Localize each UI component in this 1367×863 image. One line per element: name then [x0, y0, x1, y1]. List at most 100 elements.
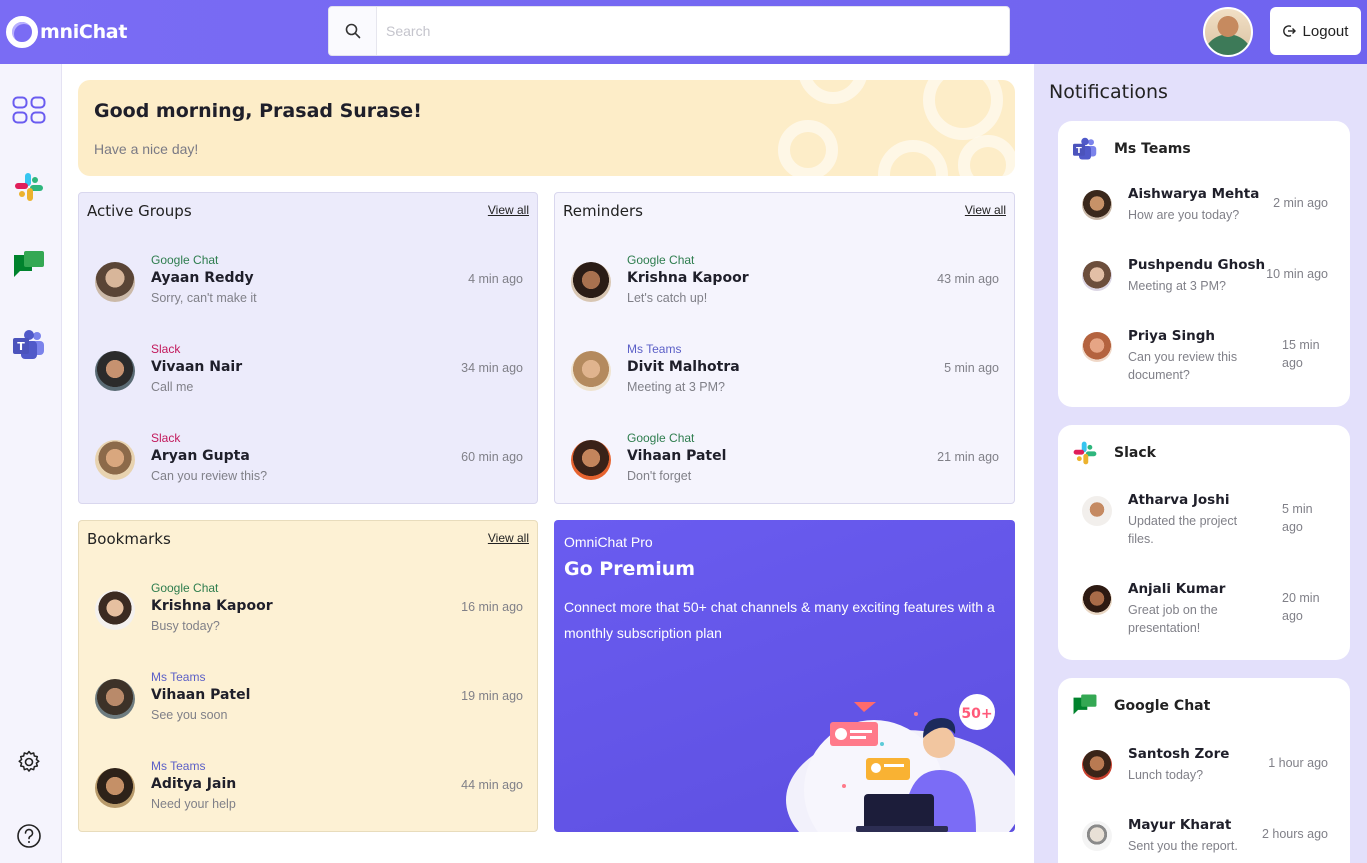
premium-promo-card[interactable]: OmniChat Pro Go Premium Connect more tha… — [554, 520, 1015, 832]
item-message: Don't forget — [627, 469, 692, 483]
item-name: Vihaan Patel — [151, 687, 251, 703]
list-item[interactable]: Ms Teams Divit Malhotra Meeting at 3 PM?… — [571, 338, 999, 402]
notification-name: Atharva Joshi — [1128, 492, 1230, 508]
banner-decoration — [878, 140, 948, 176]
notification-item[interactable]: Santosh Zore Lunch today? 1 hour ago — [1082, 746, 1328, 806]
help-icon[interactable] — [11, 818, 47, 854]
list-item[interactable]: Google Chat Vihaan Patel Don't forget 21… — [571, 427, 999, 491]
card-title: Active Groups — [87, 202, 192, 220]
search-input[interactable] — [377, 7, 1009, 55]
list-item[interactable]: Ms Teams Vihaan Patel See you soon 19 mi… — [95, 666, 523, 730]
item-name: Vihaan Patel — [627, 448, 727, 464]
item-time: 19 min ago — [461, 689, 523, 703]
omnichat-logo[interactable]: mniChat — [6, 14, 127, 50]
notification-item[interactable]: Pushpendu Ghosh Meeting at 3 PM? 10 min … — [1082, 257, 1328, 317]
promo-text: Connect more that 50+ chat channels & ma… — [564, 599, 995, 641]
notification-name: Pushpendu Ghosh — [1128, 257, 1266, 273]
notification-name: Aishwarya Mehta — [1128, 186, 1260, 202]
notification-time: 2 hours ago — [1261, 827, 1328, 841]
notification-message: Updated the project files. — [1128, 514, 1238, 546]
view-all-link[interactable]: View all — [488, 531, 529, 545]
notification-name: Anjali Kumar — [1128, 581, 1226, 597]
item-message: Meeting at 3 PM? — [627, 380, 725, 394]
google-chat-icon[interactable] — [11, 248, 47, 284]
greeting-subtitle: Have a nice day! — [94, 141, 199, 157]
search-button[interactable] — [329, 7, 377, 55]
item-message: Busy today? — [151, 619, 220, 633]
notification-item[interactable]: Atharva Joshi Updated the project files.… — [1082, 492, 1328, 552]
item-source: Slack — [151, 342, 181, 356]
item-source: Ms Teams — [151, 670, 206, 684]
notification-time: 5 min ago — [1282, 502, 1313, 534]
search-bar — [328, 6, 1010, 56]
slack-icon[interactable] — [11, 169, 47, 205]
top-bar: mniChat Logout — [0, 0, 1367, 64]
item-name: Krishna Kapoor — [627, 270, 749, 286]
notification-message: How are you today? — [1128, 208, 1240, 222]
notification-time: 15 min ago — [1282, 338, 1320, 370]
notification-group-ms-teams: T Ms Teams Aishwarya Mehta How are you t… — [1058, 121, 1350, 407]
notifications-panel: Notifications T Ms Teams Aishwarya Mehta… — [1034, 64, 1367, 863]
logout-button[interactable]: Logout — [1270, 7, 1361, 55]
view-all-link[interactable]: View all — [965, 203, 1006, 217]
logo-ring-icon — [6, 16, 38, 48]
notification-group-name: Slack — [1114, 445, 1156, 461]
settings-icon[interactable] — [11, 744, 47, 780]
bookmarks-card: Bookmarks View all Google Chat Krishna K… — [78, 520, 538, 832]
google-chat-icon — [1073, 694, 1097, 715]
avatar — [571, 351, 611, 391]
item-time: 16 min ago — [461, 600, 523, 614]
sidebar: T — [0, 64, 62, 863]
svg-text:T: T — [17, 340, 25, 353]
list-item[interactable]: Google Chat Ayaan Reddy Sorry, can't mak… — [95, 249, 523, 313]
promo-eyebrow: OmniChat Pro — [564, 534, 653, 550]
item-name: Krishna Kapoor — [151, 598, 273, 614]
item-message: Can you review this? — [151, 469, 268, 483]
avatar — [1082, 821, 1112, 851]
view-all-link[interactable]: View all — [488, 203, 529, 217]
avatar — [95, 768, 135, 808]
item-time: 34 min ago — [461, 361, 523, 375]
search-icon — [345, 23, 360, 39]
item-time: 43 min ago — [937, 272, 999, 286]
profile-avatar[interactable] — [1203, 7, 1253, 57]
list-item[interactable]: Google Chat Krishna Kapoor Let's catch u… — [571, 249, 999, 313]
notification-group-name: Google Chat — [1114, 698, 1211, 714]
notification-group-header: Google Chat — [1072, 694, 1210, 718]
avatar — [1082, 190, 1112, 220]
notification-message: Meeting at 3 PM? — [1128, 279, 1226, 293]
avatar — [1082, 261, 1112, 291]
notification-group-header: Slack — [1072, 441, 1156, 465]
notification-item[interactable]: Mayur Kharat Sent you the report. 2 hour… — [1082, 817, 1328, 863]
list-item[interactable]: Slack Aryan Gupta Can you review this? 6… — [95, 427, 523, 491]
ms-teams-icon[interactable]: T — [11, 327, 47, 363]
promo-title: Go Premium — [564, 558, 696, 580]
item-time: 60 min ago — [461, 450, 523, 464]
svg-text:T: T — [1076, 145, 1082, 155]
item-time: 4 min ago — [468, 272, 523, 286]
item-source: Slack — [151, 431, 181, 445]
avatar — [95, 440, 135, 480]
item-time: 5 min ago — [944, 361, 999, 375]
notification-item[interactable]: Aishwarya Mehta How are you today? 2 min… — [1082, 186, 1328, 246]
notification-name: Santosh Zore — [1128, 746, 1230, 762]
avatar — [95, 679, 135, 719]
dashboard-icon[interactable] — [11, 92, 47, 128]
list-item[interactable]: Slack Vivaan Nair Call me 34 min ago — [95, 338, 523, 402]
notification-item[interactable]: Priya Singh Can you review this document… — [1082, 328, 1328, 388]
notification-group-name: Ms Teams — [1114, 141, 1191, 157]
list-item[interactable]: Google Chat Krishna Kapoor Busy today? 1… — [95, 577, 523, 641]
notification-item[interactable]: Anjali Kumar Great job on the presentati… — [1082, 581, 1328, 641]
item-source: Google Chat — [151, 581, 219, 595]
avatar — [95, 262, 135, 302]
greeting-title: Good morning, Prasad Surase! — [94, 100, 422, 122]
greeting-banner: Good morning, Prasad Surase! Have a nice… — [78, 80, 1015, 176]
list-item[interactable]: Ms Teams Aditya Jain Need your help 44 m… — [95, 755, 523, 819]
logo-text: mniChat — [40, 21, 128, 43]
notification-group-slack: Slack Atharva Joshi Updated the project … — [1058, 425, 1350, 660]
notification-message: Lunch today? — [1128, 768, 1204, 782]
ms-teams-icon: T — [1073, 137, 1097, 160]
avatar — [1082, 332, 1112, 362]
promo-badge: 50+ — [961, 706, 992, 722]
notification-time: 10 min ago — [1266, 267, 1328, 281]
